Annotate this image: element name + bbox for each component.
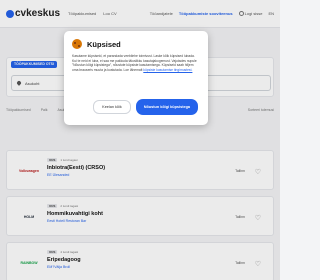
accept-all-cookies-button[interactable]: Nõustun kõigi küpsistega [135, 99, 198, 115]
cookie-terms-link[interactable]: küpsiste kasutamise tingimustest. [143, 68, 192, 72]
cookie-icon [72, 39, 82, 49]
cookie-title: Küpsised [87, 39, 121, 49]
cookie-consent-modal: Küpsised Kasutame küpsiseid, et parandad… [64, 31, 208, 125]
reject-cookies-button[interactable]: Keelan kõik [93, 100, 131, 114]
cookie-text: Kasutame küpsiseid, et parandada veebile… [72, 54, 197, 72]
